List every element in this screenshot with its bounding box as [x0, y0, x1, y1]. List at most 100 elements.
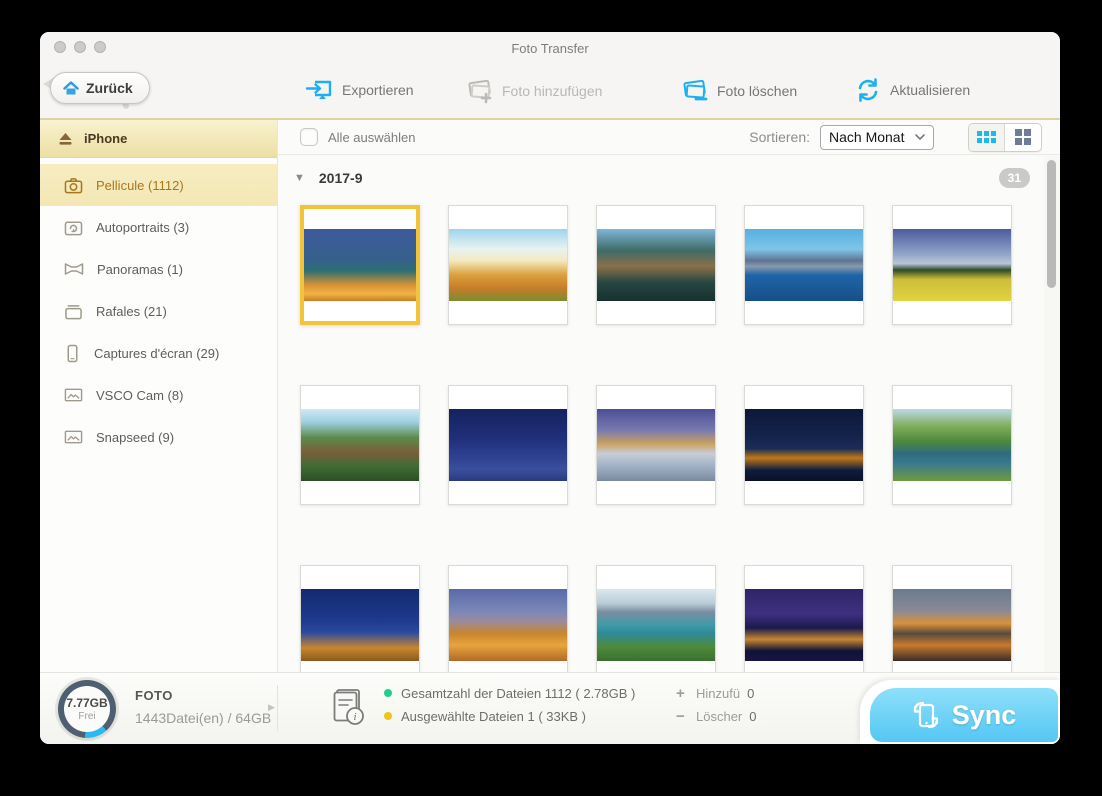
- small-grid-icon: [977, 131, 996, 143]
- photo-card[interactable]: [300, 565, 420, 672]
- divider-arrow-icon: ▶: [268, 702, 275, 713]
- storage-ring-chart: 7.77GB Frei: [58, 680, 116, 738]
- toolbar: Zurück Exportieren Foto hinzufügen: [40, 62, 1060, 118]
- photo-thumbnail: [449, 229, 567, 301]
- export-icon: [305, 78, 333, 102]
- photo-thumbnail: [449, 589, 567, 661]
- photo-card[interactable]: [300, 385, 420, 505]
- add-photo-button[interactable]: Foto hinzufügen: [465, 78, 602, 104]
- month-group-header: ▼ 2017-9 31: [278, 163, 1060, 193]
- pending-changes: + Hinzufü 0 − Löscher 0: [676, 686, 756, 723]
- photo-thumbnail: [893, 229, 1011, 301]
- export-button[interactable]: Exportieren: [305, 78, 414, 102]
- burst-stack-icon: [64, 303, 83, 320]
- photo-thumbnail: [745, 589, 863, 661]
- pending-delete-count: 0: [749, 709, 756, 724]
- small-grid-view-button[interactable]: [969, 124, 1005, 151]
- sidebar-item-label: Rafales (21): [96, 304, 167, 319]
- photo-grid: [278, 193, 1060, 672]
- photo-thumbnail: [301, 409, 419, 481]
- refresh-button-label: Aktualisieren: [890, 82, 970, 98]
- sidebar-item-label: Autoportraits (3): [96, 220, 189, 235]
- sidebar-item-captures-decran[interactable]: Captures d'écran (29): [40, 332, 277, 374]
- sidebar-item-label: Panoramas (1): [97, 262, 183, 277]
- back-button-label: Zurück: [86, 80, 133, 96]
- add-photo-button-label: Foto hinzufügen: [502, 83, 602, 99]
- image-icon: [64, 387, 83, 403]
- pending-add-label: Hinzufü: [696, 686, 740, 701]
- collapse-triangle-icon[interactable]: ▼: [294, 172, 305, 184]
- photo-thumbnail: [597, 589, 715, 661]
- photo-thumbnail: [893, 589, 1011, 661]
- total-files-text: Gesamtzahl der Dateien 1112 ( 2.78GB ): [401, 686, 635, 701]
- export-button-label: Exportieren: [342, 82, 414, 98]
- sidebar-item-pellicule[interactable]: Pellicule (1112): [40, 164, 277, 206]
- view-toggle-group: [968, 123, 1042, 152]
- sync-button-wrapper: Sync: [860, 680, 1060, 744]
- total-files-row: Gesamtzahl der Dateien 1112 ( 2.78GB ): [384, 686, 635, 700]
- sync-button[interactable]: Sync: [870, 688, 1058, 742]
- selected-files-text: Ausgewählte Dateien 1 ( 33KB ): [401, 709, 586, 724]
- photo-thumbnail: [745, 409, 863, 481]
- photo-card[interactable]: [448, 565, 568, 672]
- device-header[interactable]: iPhone: [40, 120, 277, 158]
- sort-label: Sortieren:: [749, 129, 810, 145]
- photo-card[interactable]: [448, 385, 568, 505]
- photo-card[interactable]: [596, 565, 716, 672]
- delete-photo-icon: [680, 78, 708, 104]
- status-footer: 7.77GB Frei FOTO 1443Datei(en) / 64GB ▶ …: [40, 672, 1060, 744]
- pending-delete-label: Löscher: [696, 709, 742, 724]
- pending-delete-row: − Löscher 0: [676, 709, 756, 723]
- sidebar: iPhone Pellicule (1112): [40, 120, 278, 672]
- selfie-camera-icon: [64, 219, 83, 236]
- photo-card[interactable]: [744, 385, 864, 505]
- month-group-title: 2017-9: [319, 170, 363, 186]
- sidebar-item-panoramas[interactable]: Panoramas (1): [40, 248, 277, 290]
- large-grid-view-button[interactable]: [1005, 124, 1041, 151]
- add-photo-icon: [465, 78, 493, 104]
- scrollbar-thumb[interactable]: [1047, 160, 1056, 288]
- back-button[interactable]: Zurück: [50, 72, 150, 104]
- eject-icon: [58, 132, 73, 146]
- photo-card[interactable]: [744, 205, 864, 325]
- photo-thumbnail: [597, 229, 715, 301]
- photo-card[interactable]: [596, 205, 716, 325]
- month-count-badge: 31: [999, 168, 1030, 188]
- title-bar: Foto Transfer: [40, 32, 1060, 62]
- sort-dropdown[interactable]: Nach Monat: [820, 125, 934, 150]
- photo-thumbnail: [304, 229, 416, 301]
- sidebar-item-rafales[interactable]: Rafales (21): [40, 290, 277, 332]
- selected-files-row: Ausgewählte Dateien 1 ( 33KB ): [384, 709, 635, 723]
- refresh-icon: [855, 78, 881, 102]
- minus-icon: −: [676, 708, 692, 725]
- photo-card[interactable]: [892, 385, 1012, 505]
- storage-free-value: 7.77GB: [66, 696, 107, 710]
- scrollbar-track[interactable]: [1044, 156, 1060, 672]
- photo-card[interactable]: [744, 565, 864, 672]
- plus-icon: +: [676, 685, 692, 702]
- photo-thumbnail: [893, 409, 1011, 481]
- photo-thumbnail: [301, 589, 419, 661]
- sidebar-item-snapseed[interactable]: Snapseed (9): [40, 416, 277, 458]
- home-icon: [63, 81, 79, 96]
- photo-card[interactable]: [300, 205, 420, 325]
- photo-content: Alle auswählen Sortieren: Nach Monat: [278, 120, 1060, 672]
- file-stats: Gesamtzahl der Dateien 1112 ( 2.78GB ) A…: [384, 686, 635, 723]
- refresh-button[interactable]: Aktualisieren: [855, 78, 970, 102]
- select-all-checkbox[interactable]: [300, 128, 318, 146]
- photo-card[interactable]: [448, 205, 568, 325]
- photo-card[interactable]: [596, 385, 716, 505]
- photo-card[interactable]: [892, 565, 1012, 672]
- sidebar-item-vsco-cam[interactable]: VSCO Cam (8): [40, 374, 277, 416]
- album-list: Pellicule (1112) Autoportraits (3) Panor…: [40, 158, 277, 458]
- content-controls: Alle auswählen Sortieren: Nach Monat: [278, 120, 1060, 155]
- photo-card[interactable]: [892, 205, 1012, 325]
- sidebar-item-label: Pellicule (1112): [96, 178, 184, 193]
- sync-button-label: Sync: [952, 700, 1017, 731]
- device-name: iPhone: [84, 131, 127, 146]
- sidebar-item-autoportraits[interactable]: Autoportraits (3): [40, 206, 277, 248]
- photo-thumbnail: [745, 229, 863, 301]
- app-window: Foto Transfer Zurück Exportieren: [40, 32, 1060, 744]
- delete-photo-button[interactable]: Foto löschen: [680, 78, 797, 104]
- green-dot-icon: [384, 689, 392, 697]
